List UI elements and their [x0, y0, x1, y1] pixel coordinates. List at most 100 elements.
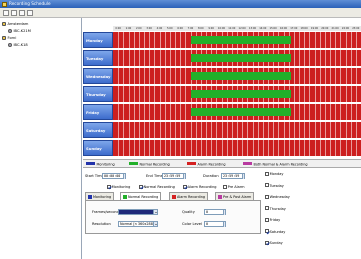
weekday-checkbox[interactable]: Saturday — [265, 229, 285, 235]
timeline-tick — [330, 140, 331, 156]
timeline-tick — [200, 122, 202, 138]
frames-label: Frames/second — [92, 210, 120, 214]
normal-recording-segment[interactable] — [190, 36, 291, 44]
timeline-tick — [221, 122, 223, 138]
normal-recording-checkbox[interactable]: Normal Recording — [139, 184, 175, 190]
hour-tick-label: 14:00 — [259, 27, 267, 30]
frames-select[interactable] — [118, 209, 158, 215]
normal-recording-segment[interactable] — [190, 90, 291, 98]
pre-alarm-checkbox[interactable]: Pre Alarm — [223, 184, 245, 190]
day-button[interactable]: Thursday — [83, 86, 113, 102]
tree-item[interactable]: IBC-K21M — [8, 28, 31, 34]
timeline-tick — [293, 86, 295, 102]
day-row: Monday — [83, 32, 361, 48]
weekday-checkbox[interactable]: Monday — [265, 171, 283, 177]
day-button[interactable]: Wednesday — [83, 68, 113, 84]
timeline-tick — [314, 68, 316, 84]
resolution-select[interactable]: Normal [n 360x288] — [118, 221, 158, 227]
tab-alarm-recording[interactable]: Alarm Recording — [169, 192, 209, 200]
timeline-tick — [185, 86, 186, 102]
monitoring-checkbox[interactable]: Monitoring — [107, 184, 130, 190]
grid-icon[interactable] — [27, 10, 33, 16]
timeline-tick — [345, 68, 347, 84]
timeline-tick — [175, 140, 176, 156]
timeline-tick — [138, 32, 140, 48]
timeline-tick — [154, 50, 155, 66]
timeline-tick — [319, 86, 321, 102]
timeline-tick — [118, 32, 119, 48]
timeline-tick — [206, 140, 207, 156]
tab-monitoring[interactable]: Monitoring — [85, 192, 115, 200]
timeline-tick — [273, 122, 274, 138]
tree-item[interactable]: Amsterdam — [2, 21, 28, 27]
tab-normal-recording[interactable]: Normal Recording — [120, 192, 162, 200]
tab-pre-post-alarm[interactable]: Pre & Post Alarm — [215, 192, 255, 200]
timeline-tick — [330, 32, 331, 48]
timeline-tick — [154, 122, 155, 138]
timeline-tick — [118, 122, 119, 138]
timeline-tick — [293, 122, 295, 138]
checkbox-box — [265, 171, 269, 176]
timeline-tick — [123, 122, 124, 138]
day-button[interactable]: Sunday — [83, 140, 113, 156]
timeline-tick — [118, 140, 119, 156]
day-timeline[interactable] — [113, 122, 361, 138]
tree-item[interactable]: IBC-K18 — [8, 42, 28, 48]
day-timeline[interactable] — [113, 86, 361, 102]
duration-field[interactable]: 23:59:59 — [221, 173, 245, 179]
hour-ruler: 0:00 1:00 2:00 3:00 4:00 5:00 6:00 7:00 8:00 9:00… — [113, 26, 361, 31]
weekday-checkbox[interactable]: Thursday — [265, 206, 286, 212]
timeline-tick — [216, 140, 217, 156]
day-button[interactable]: Monday — [83, 32, 113, 48]
new-icon[interactable] — [3, 10, 9, 16]
hour-tick-label: 17:00 — [290, 27, 298, 30]
timeline-tick — [149, 122, 150, 138]
weekday-checkbox[interactable]: Wednesday — [265, 194, 290, 200]
weekday-label: Sunday — [269, 241, 283, 245]
timeline-tick — [164, 140, 166, 156]
timeline-tick — [175, 104, 176, 120]
save-icon[interactable] — [19, 10, 25, 16]
timeline-tick — [128, 32, 130, 48]
start-time-field[interactable]: 00:00:00 — [102, 173, 126, 179]
site-icon — [2, 21, 6, 26]
timeline-tick — [335, 104, 336, 120]
timeline-tick — [180, 122, 181, 138]
timeline-tick — [242, 140, 243, 156]
tree-item-label: IBC-K21M — [13, 29, 31, 33]
day-row: Tuesday — [83, 50, 361, 66]
weekday-checkbox[interactable]: Tuesday — [265, 183, 284, 189]
day-button[interactable]: Friday — [83, 104, 113, 120]
normal-recording-segment[interactable] — [190, 72, 291, 80]
normal-recording-segment[interactable] — [190, 54, 291, 62]
timeline-tick — [345, 140, 347, 156]
normal-recording-segment[interactable] — [190, 108, 291, 116]
checkbox-box — [265, 240, 269, 245]
alarm-recording-checkbox[interactable]: Alarm Recording — [183, 184, 217, 190]
timeline-tick — [324, 86, 326, 102]
day-timeline[interactable] — [113, 50, 361, 66]
timeline-tick — [257, 122, 259, 138]
timeline-tick — [159, 50, 161, 66]
day-button[interactable]: Tuesday — [83, 50, 113, 66]
tree-item[interactable]: Forni — [2, 35, 16, 41]
hour-tick-label: 19:00 — [310, 27, 319, 30]
weekday-checkbox[interactable]: Sunday — [265, 240, 283, 246]
weekday-checkbox[interactable]: Friday — [265, 217, 280, 223]
timeline-tick — [314, 140, 316, 156]
day-timeline[interactable] — [113, 68, 361, 84]
hour-tick-label: 22:00 — [341, 27, 350, 30]
day-button[interactable]: Saturday — [83, 122, 113, 138]
quality-field[interactable]: 0 — [204, 209, 226, 215]
open-icon[interactable] — [11, 10, 17, 16]
timeline-tick — [159, 68, 161, 84]
day-timeline[interactable] — [113, 140, 361, 156]
timeline-tick — [164, 50, 166, 66]
day-row: Sunday — [83, 140, 361, 156]
day-timeline[interactable] — [113, 32, 361, 48]
timeline-tick — [324, 32, 326, 48]
end-time-field[interactable]: 23:59:59 — [162, 173, 186, 179]
day-timeline[interactable] — [113, 104, 361, 120]
timeline-tick — [118, 86, 119, 102]
color-level-field[interactable]: 0 — [204, 221, 226, 227]
